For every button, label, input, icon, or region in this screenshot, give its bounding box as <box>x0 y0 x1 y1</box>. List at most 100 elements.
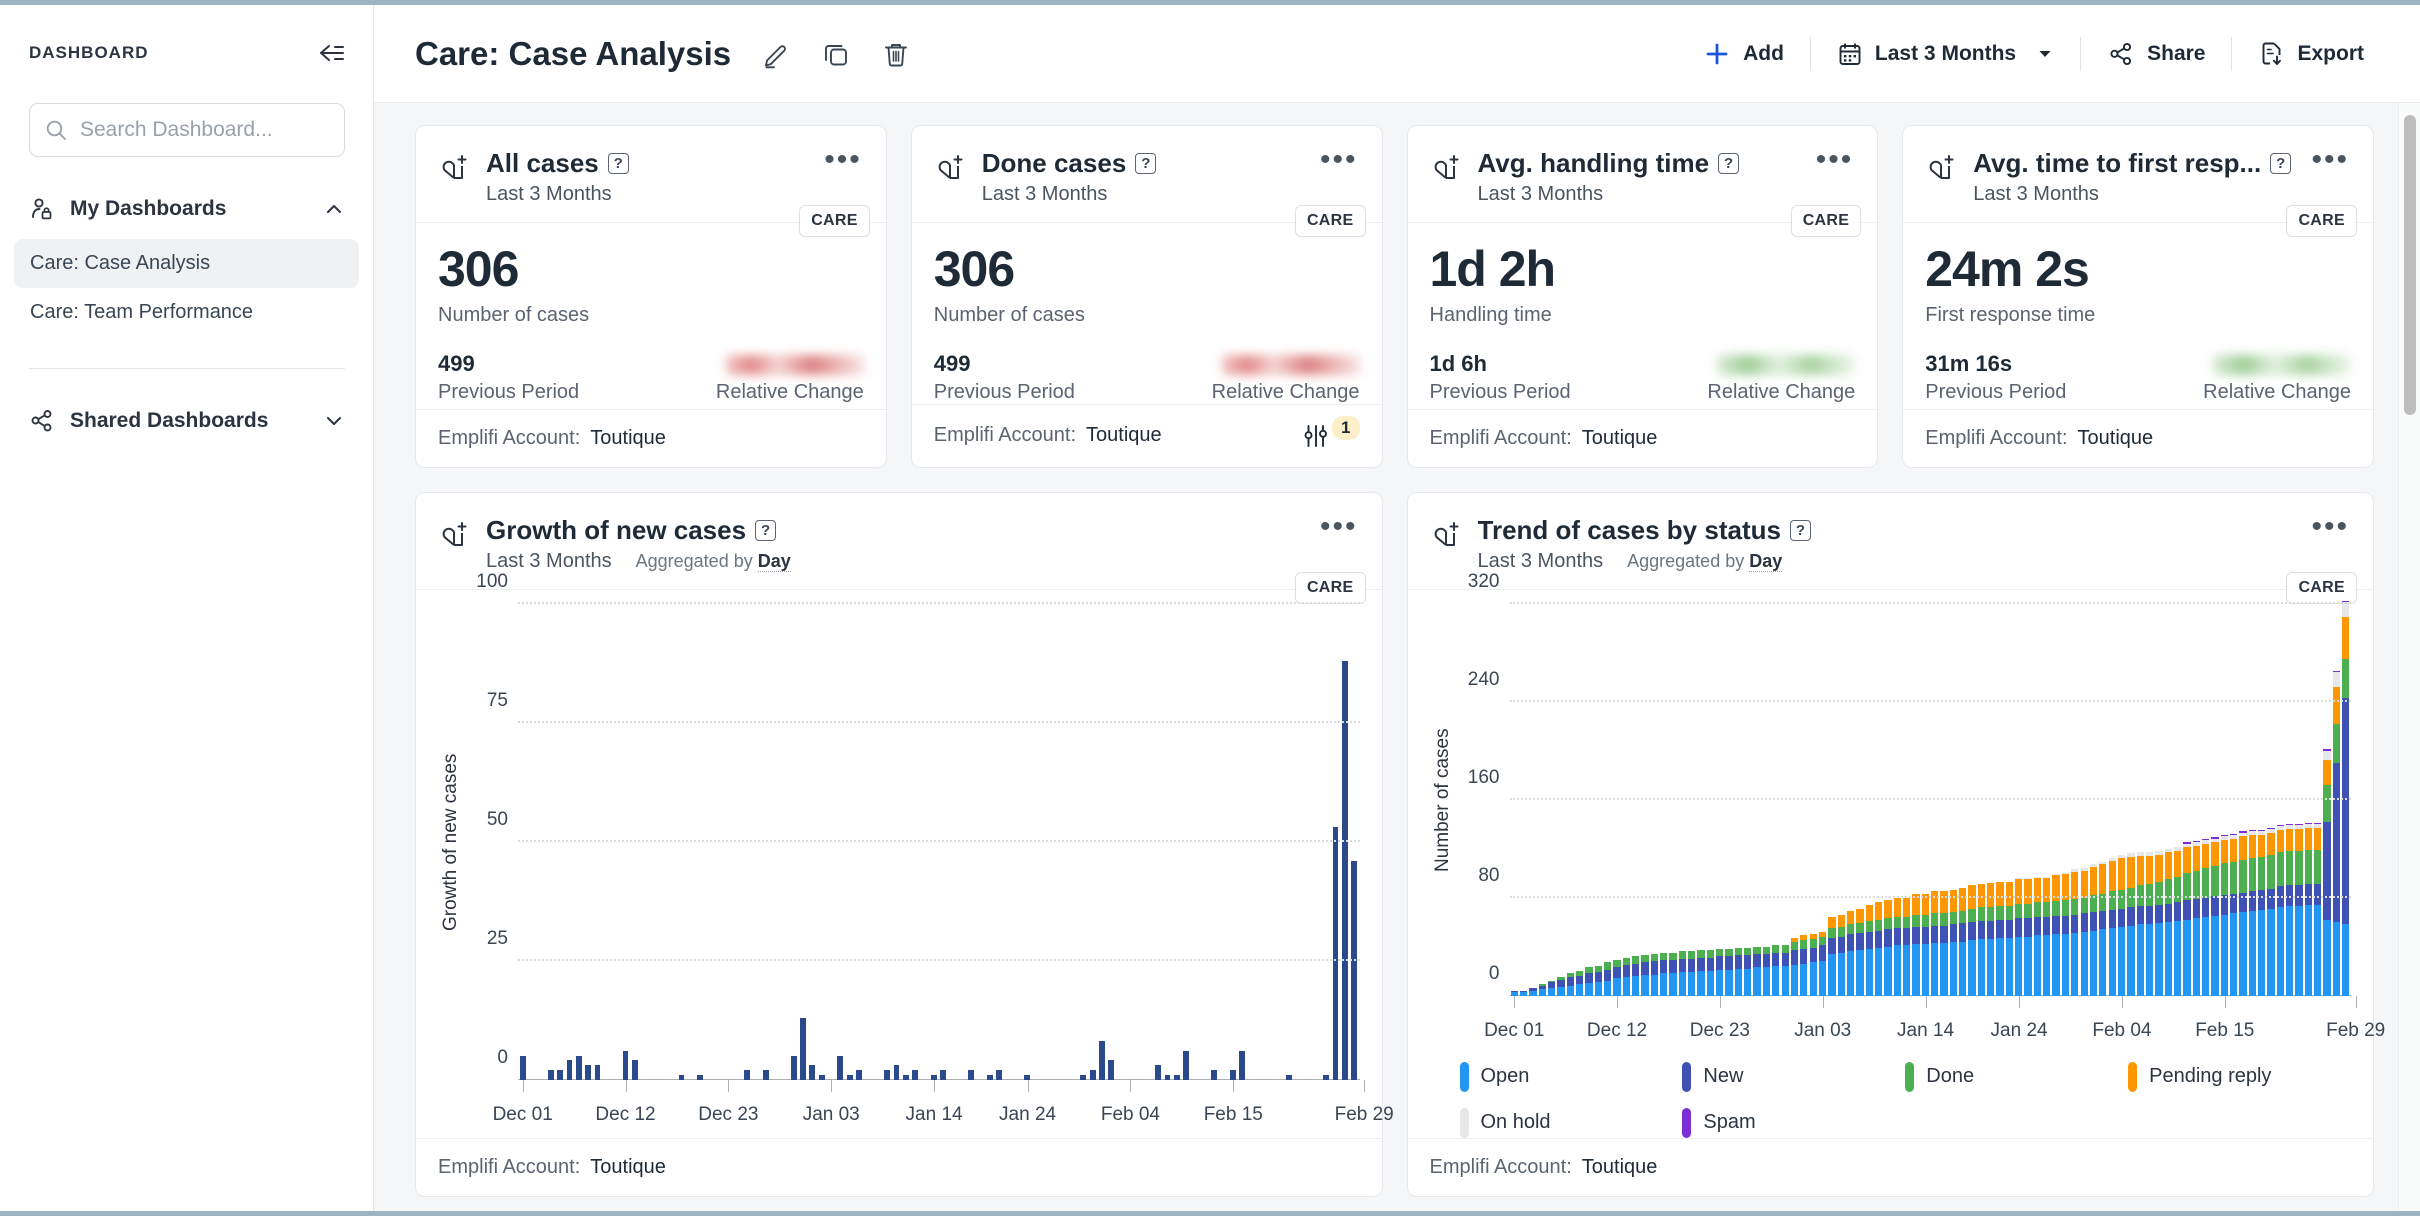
bar-segment-open[interactable] <box>1949 941 1957 996</box>
bar-segment-done[interactable] <box>2258 857 2266 891</box>
bar-segment-open[interactable] <box>1772 966 1780 996</box>
bar-segment-open[interactable] <box>1921 944 1929 996</box>
help-icon[interactable]: ? <box>607 153 629 174</box>
bar-slot[interactable] <box>639 604 648 1080</box>
bar-segment-open[interactable] <box>2117 926 2126 996</box>
bar-segment-done[interactable] <box>2164 879 2172 904</box>
kpi-card-all-cases[interactable]: All cases ? Last 3 Months ••• CARE 306 N… <box>415 125 887 468</box>
bar-segment-pending-reply[interactable] <box>2136 855 2144 886</box>
bar-slot[interactable] <box>2248 604 2257 996</box>
bar-segment-open[interactable] <box>2230 913 2238 996</box>
bar-slot[interactable] <box>1818 604 1827 996</box>
bar-slot[interactable] <box>1734 604 1743 996</box>
bar-slot[interactable] <box>1809 604 1818 996</box>
bar-segment-new[interactable] <box>1762 953 1771 968</box>
bar-slot[interactable] <box>780 604 789 1080</box>
stacked-bar[interactable] <box>2089 864 2098 996</box>
stacked-bar[interactable] <box>1772 945 1780 996</box>
bar-segment-new[interactable] <box>1725 956 1733 970</box>
bar-slot[interactable] <box>574 604 583 1080</box>
stacked-bar[interactable] <box>2061 873 2070 996</box>
bar-slot[interactable] <box>798 604 807 1080</box>
bar[interactable] <box>800 1017 806 1080</box>
bar-slot[interactable] <box>1706 604 1715 996</box>
stacked-bar[interactable] <box>1902 897 1911 996</box>
bar-slot[interactable] <box>1510 604 1519 996</box>
bar-segment-done[interactable] <box>1772 945 1780 953</box>
bar-segment-open[interactable] <box>1874 947 1883 996</box>
bar[interactable] <box>1183 1050 1189 1080</box>
bar-segment-open[interactable] <box>2342 924 2350 996</box>
bar-slot[interactable] <box>948 604 957 1080</box>
stacked-bar[interactable] <box>1725 948 1733 996</box>
bar-segment-pending-reply[interactable] <box>2201 843 2210 869</box>
bar-segment-on-hold[interactable] <box>2332 672 2341 687</box>
bar-segment-pending-reply[interactable] <box>2099 864 2107 894</box>
bar-segment-new[interactable] <box>1902 928 1911 946</box>
bar-slot[interactable] <box>742 604 751 1080</box>
bar-slot[interactable] <box>1519 604 1528 996</box>
bar-slot[interactable] <box>808 604 817 1080</box>
kpi-card-done-cases[interactable]: Done cases ? Last 3 Months ••• CARE 306 <box>910 125 1383 468</box>
stacked-bar[interactable] <box>1931 891 1939 996</box>
stacked-bar[interactable] <box>1865 904 1873 996</box>
bar-segment-new[interactable] <box>1790 950 1799 965</box>
bar-segment-done[interactable] <box>2211 865 2219 897</box>
bar-segment-pending-reply[interactable] <box>2304 827 2313 850</box>
bar[interactable] <box>912 1069 918 1080</box>
stacked-bar[interactable] <box>1968 885 1976 996</box>
bar-slot[interactable] <box>1949 604 1958 996</box>
bar-segment-done[interactable] <box>1818 936 1827 946</box>
stacked-bar[interactable] <box>2276 825 2284 996</box>
bar-segment-new[interactable] <box>1594 972 1602 983</box>
bar-segment-open[interactable] <box>1706 971 1715 996</box>
bar-slot[interactable] <box>2332 604 2341 996</box>
bar-segment-done[interactable] <box>1669 952 1677 960</box>
kpi-card-avg-handling-time[interactable]: Avg. handling time ? Last 3 Months ••• C… <box>1406 125 1879 468</box>
stacked-bar[interactable] <box>1529 988 1537 996</box>
bar[interactable] <box>744 1069 750 1080</box>
bar-slot[interactable] <box>1051 604 1060 1080</box>
bar-slot[interactable] <box>761 604 770 1080</box>
bar-slot[interactable] <box>1603 604 1612 996</box>
bar-segment-new[interactable] <box>2117 908 2126 927</box>
bar-segment-pending-reply[interactable] <box>2332 686 2341 724</box>
bar-segment-done[interactable] <box>2248 858 2256 892</box>
bar-slot[interactable] <box>1303 604 1312 1080</box>
stacked-bar[interactable] <box>1837 914 1845 996</box>
stacked-bar[interactable] <box>1697 950 1705 996</box>
bar-segment-open[interactable] <box>1753 967 1761 996</box>
bar-segment-open[interactable] <box>2314 904 2322 996</box>
bar-segment-done[interactable] <box>1725 948 1733 957</box>
bar-slot[interactable] <box>621 604 630 1080</box>
bar-slot[interactable] <box>583 604 592 1080</box>
bar-segment-open[interactable] <box>2164 922 2172 996</box>
bar-segment-done[interactable] <box>1613 960 1621 968</box>
bar-slot[interactable] <box>1837 604 1846 996</box>
bar-segment-done[interactable] <box>2323 784 2331 822</box>
bar-segment-pending-reply[interactable] <box>1949 890 1957 913</box>
bar-segment-open[interactable] <box>2276 907 2284 996</box>
bar-slot[interactable] <box>2238 604 2247 996</box>
bar-segment-new[interactable] <box>1884 929 1892 947</box>
stacked-bar[interactable] <box>2043 876 2051 996</box>
bar-slot[interactable] <box>1865 604 1874 996</box>
bar-slot[interactable] <box>1594 604 1603 996</box>
bar-segment-done[interactable] <box>1716 948 1724 957</box>
bar-segment-new[interactable] <box>1585 973 1593 984</box>
stacked-bar[interactable] <box>1706 950 1715 996</box>
trash-icon[interactable] <box>877 35 915 73</box>
bar-slot[interactable] <box>1312 604 1321 1080</box>
bar-segment-new[interactable] <box>1706 957 1715 971</box>
bar-segment-done[interactable] <box>2304 849 2313 885</box>
bar-segment-done[interactable] <box>2173 876 2182 903</box>
bar-slot[interactable] <box>1584 604 1593 996</box>
bar-segment-done[interactable] <box>1856 923 1864 934</box>
bar-slot[interactable] <box>789 604 798 1080</box>
bar-segment-done[interactable] <box>1912 914 1920 927</box>
bar-slot[interactable] <box>1921 604 1930 996</box>
bar-slot[interactable] <box>2070 604 2079 996</box>
bar-segment-open[interactable] <box>1884 946 1892 996</box>
legend-item-on-hold[interactable]: On hold <box>1459 1107 1683 1138</box>
bar-segment-done[interactable] <box>1959 910 1967 924</box>
